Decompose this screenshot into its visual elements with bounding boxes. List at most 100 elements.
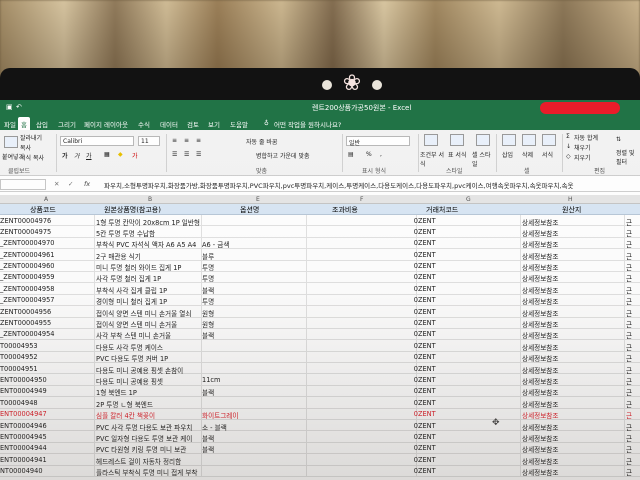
table-row[interactable]: _ZENT00004961 2구 매관용 식기 블루 0 ZENT 상세정보참조 근 xyxy=(0,249,640,261)
cost-cell[interactable]: 0 xyxy=(408,456,418,464)
vendor-code-cell[interactable]: ZENT xyxy=(418,456,448,464)
product-code-cell[interactable]: ENT00004947 xyxy=(0,410,92,418)
option-name-cell[interactable]: A6 - 금색 xyxy=(202,239,252,249)
autosum-button[interactable]: 자동 합계 xyxy=(574,133,598,142)
product-code-cell[interactable]: ZENT00004976 xyxy=(0,217,92,225)
product-code-cell[interactable]: ENT00004944 xyxy=(0,444,92,452)
vendor-code-cell[interactable]: ZENT xyxy=(418,296,448,304)
origin-cell[interactable]: 상세정보참조 xyxy=(522,251,582,261)
next-column-cell[interactable]: 근 xyxy=(626,296,640,306)
option-name-cell[interactable]: 블랙 xyxy=(202,433,252,443)
table-row[interactable]: T00004948 2P 투명 ㄴ형 북엔드 0 ZENT 상세정보참조 근 xyxy=(0,397,640,409)
cost-cell[interactable]: 0 xyxy=(408,228,418,236)
cost-cell[interactable]: 0 xyxy=(408,399,418,407)
original-name-cell[interactable]: 부착식 사각 집게 클립 1P xyxy=(96,285,200,295)
original-name-cell[interactable]: 1형 북엔드 1P xyxy=(96,387,200,397)
next-column-cell[interactable]: 근 xyxy=(626,365,640,375)
cost-cell[interactable]: 0 xyxy=(408,285,418,293)
next-column-cell[interactable]: 근 xyxy=(626,273,640,283)
fill-color-icon[interactable]: ◆ xyxy=(118,151,123,158)
option-name-cell[interactable]: 화이트그레이 xyxy=(202,410,252,420)
format-cells-icon[interactable] xyxy=(542,134,556,146)
bold-button[interactable]: 가 xyxy=(62,151,68,160)
product-code-cell[interactable]: _ZENT00004960 xyxy=(0,262,92,270)
table-row[interactable]: _ZENT00004959 사각 투명 철러 집게 1P 투명 0 ZENT 상세정보참조… xyxy=(0,271,640,283)
cost-cell[interactable]: 0 xyxy=(408,217,418,225)
origin-cell[interactable]: 상세정보참조 xyxy=(522,228,582,238)
vendor-code-cell[interactable]: ZENT xyxy=(418,285,448,293)
clear-icon[interactable]: ◇ xyxy=(566,153,571,160)
table-row[interactable]: ENT00004945 PVC 일자형 다용도 투명 보관 케이 블랙 0 ZENT 상세… xyxy=(0,431,640,443)
cost-cell[interactable]: 0 xyxy=(408,433,418,441)
product-code-cell[interactable]: T00004953 xyxy=(0,342,92,350)
comma-icon[interactable]: , xyxy=(380,151,382,158)
product-code-cell[interactable]: _ZENT00004970 xyxy=(0,239,92,247)
insert-cells-button[interactable]: 삽입 xyxy=(502,150,513,159)
origin-cell[interactable]: 상세정보참조 xyxy=(522,467,582,477)
vendor-code-cell[interactable]: ZENT xyxy=(418,228,448,236)
product-code-cell[interactable]: ENT00004945 xyxy=(0,433,92,441)
align-center-icon[interactable]: ☰ xyxy=(184,151,189,158)
paste-icon[interactable] xyxy=(4,136,18,148)
font-size-select[interactable]: 11 xyxy=(138,136,160,146)
next-column-cell[interactable]: 근 xyxy=(626,433,640,443)
next-column-cell[interactable]: 근 xyxy=(626,456,640,466)
vendor-code-cell[interactable]: ZENT xyxy=(418,376,448,384)
original-name-cell[interactable]: PVC 일자형 다용도 투명 보관 케이 xyxy=(96,433,200,443)
vendor-code-cell[interactable]: ZENT xyxy=(418,365,448,373)
original-name-cell[interactable]: 헤드레스트 걸이 자동차 정리함 xyxy=(96,456,200,466)
cost-cell[interactable]: 0 xyxy=(408,296,418,304)
option-name-cell[interactable]: 원형 xyxy=(202,308,252,318)
vendor-code-cell[interactable]: ZENT xyxy=(418,342,448,350)
next-column-cell[interactable]: 근 xyxy=(626,262,640,272)
vendor-code-cell[interactable]: ZENT xyxy=(418,262,448,270)
insert-cells-icon[interactable] xyxy=(502,134,516,146)
product-code-cell[interactable]: ZENT00004956 xyxy=(0,308,92,316)
cost-cell[interactable]: 0 xyxy=(408,444,418,452)
cost-cell[interactable]: 0 xyxy=(408,342,418,350)
origin-cell[interactable]: 상세정보참조 xyxy=(522,353,582,363)
cost-cell[interactable]: 0 xyxy=(408,319,418,327)
original-name-cell[interactable]: PVC 타원형 키링 투명 미니 보관 xyxy=(96,444,200,454)
fill-icon[interactable]: ↓ xyxy=(566,143,571,150)
wrap-text-button[interactable]: 자동 줄 바꿈 xyxy=(246,137,277,146)
tab-insert[interactable]: 삽입 xyxy=(36,119,48,129)
origin-cell[interactable]: 상세정보참조 xyxy=(522,330,582,340)
origin-cell[interactable]: 상세정보참조 xyxy=(522,319,582,329)
border-icon[interactable]: ▦ xyxy=(104,151,110,158)
product-code-cell[interactable]: ENT00004946 xyxy=(0,422,92,430)
table-row[interactable]: ZENT00004976 1형 투명 칸막이 20x8cm 1P 일반형 0 ZENT… xyxy=(0,215,640,227)
enter-icon[interactable]: ✓ xyxy=(68,180,73,188)
clear-button[interactable]: 지우기 xyxy=(574,153,591,162)
original-name-cell[interactable]: PVC 다용도 투명 커버 1P xyxy=(96,353,200,363)
header-option-name[interactable]: 옵션명 xyxy=(240,205,259,215)
table-row[interactable]: _ZENT00004954 사각 부착 스텐 미니 손거울 블랙 0 ZENT 상세정보참… xyxy=(0,328,640,340)
table-row[interactable]: ZENT00004955 접이식 양면 스텐 미니 손거울 원형 0 ZENT 상세정보참… xyxy=(0,317,640,329)
original-name-cell[interactable]: 사각 부착 스텐 미니 손거울 xyxy=(96,330,200,340)
original-name-cell[interactable]: 플라스틱 부착식 투명 미니 접게 부착 xyxy=(96,467,200,477)
next-column-cell[interactable]: 근 xyxy=(626,228,640,238)
option-name-cell[interactable]: 블랙 xyxy=(202,444,252,454)
tab-help[interactable]: 도움말 xyxy=(230,119,248,129)
origin-cell[interactable]: 상세정보참조 xyxy=(522,308,582,318)
original-name-cell[interactable]: 사각 투명 철러 집게 1P xyxy=(96,273,200,283)
vendor-code-cell[interactable]: ZENT xyxy=(418,444,448,452)
header-cost[interactable]: 조과비용 xyxy=(332,205,358,215)
next-column-cell[interactable]: 근 xyxy=(626,285,640,295)
original-name-cell[interactable]: 5칸 투명 투명 수납함 xyxy=(96,228,200,238)
align-middle-icon[interactable]: ≡ xyxy=(184,137,189,144)
original-name-cell[interactable]: 다용도 사각 투명 케이스 xyxy=(96,342,200,352)
origin-cell[interactable]: 상세정보참조 xyxy=(522,239,582,249)
conditional-format-icon[interactable] xyxy=(424,134,438,146)
option-name-cell[interactable]: 투명 xyxy=(202,296,252,306)
origin-cell[interactable]: 상세정보참조 xyxy=(522,387,582,397)
vendor-code-cell[interactable]: ZENT xyxy=(418,353,448,361)
tab-data[interactable]: 데이터 xyxy=(160,119,178,129)
format-cells-button[interactable]: 서식 xyxy=(542,150,553,159)
origin-cell[interactable]: 상세정보참조 xyxy=(522,262,582,272)
vendor-code-cell[interactable]: ZENT xyxy=(418,330,448,338)
cost-cell[interactable]: 0 xyxy=(408,330,418,338)
tab-formulas[interactable]: 수식 xyxy=(138,119,150,129)
option-name-cell[interactable]: 블랙 xyxy=(202,387,252,397)
table-row[interactable]: T00004951 다용도 미니 공예용 핑셋 손참이 0 ZENT 상세정보참조 근 xyxy=(0,363,640,375)
